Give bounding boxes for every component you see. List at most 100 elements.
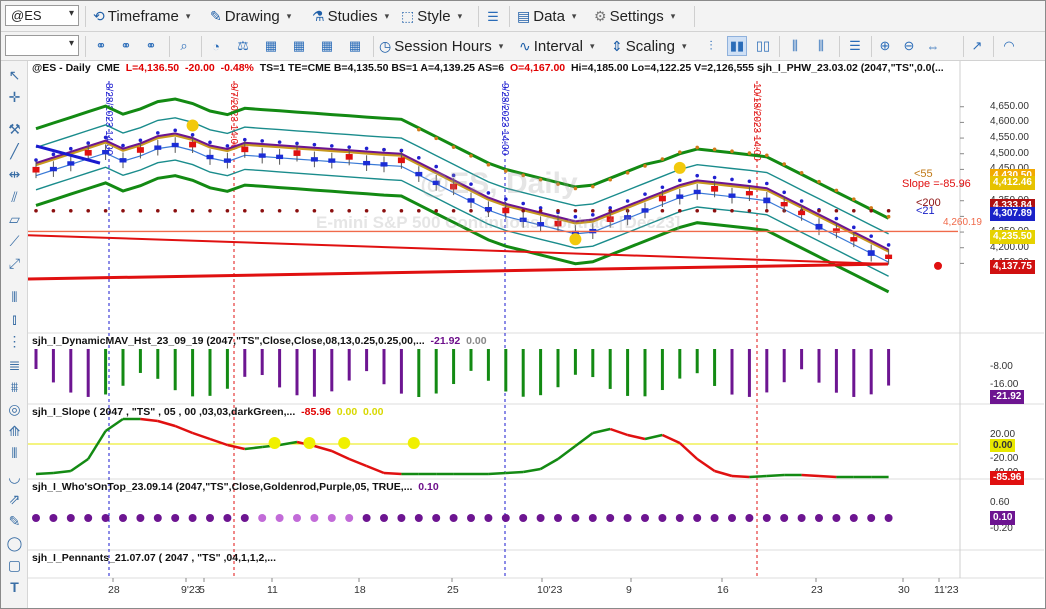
horizontal-line-icon[interactable]: ⇹ — [4, 164, 25, 184]
fib-circle-icon[interactable]: ◎ — [4, 399, 25, 419]
crosshair-icon[interactable]: ✛ — [4, 87, 25, 107]
chart-image-icon[interactable]: ▦ — [261, 36, 281, 56]
settings-button[interactable]: ⚙ Settings ▾ — [594, 5, 675, 28]
histogram-bar — [852, 349, 856, 397]
arc-icon[interactable]: ◡ — [4, 467, 25, 487]
session-hours-button[interactable]: ◷ Session Hours ▾ — [379, 35, 503, 58]
dot-orange — [451, 145, 456, 149]
dot-maroon — [399, 208, 404, 213]
data-button[interactable]: ▤ Data ▾ — [517, 5, 576, 28]
panels-icon[interactable]: ☰ — [483, 7, 503, 27]
dot-maroon — [243, 208, 247, 213]
scaling-button[interactable]: ⇕ Scaling ▾ — [611, 35, 686, 58]
chevron-down-icon[interactable]: ▾ — [69, 38, 74, 49]
whos-on-top-dot — [467, 514, 475, 522]
panel3-study-name: sjh_I_Who'sOnTop_23.09.14 (2047,"TS",Clo… — [32, 481, 413, 493]
channel-icon[interactable]: ⫽ — [4, 187, 25, 207]
data-icon: ▤ — [517, 8, 531, 24]
dot-maroon — [678, 208, 682, 213]
speedometer-icon[interactable]: ◠ — [999, 36, 1019, 56]
dot-maroon — [69, 208, 73, 213]
panels-icon[interactable]: ☰ — [845, 36, 865, 56]
pencil-icon[interactable]: ✎ — [4, 511, 25, 531]
bar-style-icon[interactable]: ⫼ — [785, 36, 805, 56]
pointer-icon[interactable]: ↖ — [4, 65, 25, 85]
vertical-line-icon[interactable]: ⦀ — [4, 287, 25, 307]
hollow-candle-icon[interactable]: ▯▯ — [753, 36, 773, 56]
quick-select-input[interactable]: ▾ — [5, 35, 79, 56]
yellow-marker — [186, 119, 199, 132]
trend-icon[interactable]: ↗ — [967, 36, 987, 56]
chart-image-icon[interactable]: ▦ — [317, 36, 337, 56]
slope-segment — [731, 474, 750, 479]
slope-segment — [314, 444, 333, 453]
fib-time-icon[interactable]: ⋮ — [4, 331, 25, 351]
x-tick-label: 5 — [199, 584, 205, 596]
dot-maroon — [364, 208, 369, 213]
speed-lines-icon[interactable]: ⟰ — [4, 421, 25, 441]
style-button[interactable]: ⬚ Style ▾ — [401, 5, 462, 28]
chart-image-icon[interactable]: ▦ — [345, 36, 365, 56]
dot-blue — [852, 225, 856, 230]
chart-image-icon[interactable]: ▦ — [289, 36, 309, 56]
gann-grid-icon[interactable]: ⩩ — [4, 377, 25, 397]
slope-segment — [488, 471, 506, 476]
text-tool-icon[interactable]: T — [4, 577, 25, 597]
dot-maroon — [51, 208, 56, 213]
scroll-icon[interactable]: ⇔ — [923, 36, 943, 56]
interval-button[interactable]: ∿ Interval ▾ — [519, 35, 594, 58]
candle-chart-icon[interactable]: ▮▮ — [727, 36, 747, 56]
ruler-icon[interactable]: ⚖ — [233, 36, 253, 56]
zoom-icon[interactable]: ⌕ — [174, 36, 194, 56]
panel3-tick: 0.60 — [990, 497, 1010, 508]
arrow-icon[interactable]: ⇗ — [4, 489, 25, 509]
studies-button[interactable]: ⚗ Studies ▾ — [312, 5, 389, 28]
bar-chart-icon[interactable]: ⫶ — [701, 36, 721, 56]
whos-on-top-dot — [849, 514, 858, 522]
dot-blue — [156, 131, 160, 135]
cycle-lines-icon[interactable]: ⫴ — [4, 443, 25, 463]
gann-icon[interactable]: ≣ — [4, 355, 25, 375]
slope-segment — [331, 449, 350, 461]
candle-body — [154, 145, 162, 150]
pennant-line-lower — [28, 262, 889, 281]
trendline-icon[interactable]: ⤢ — [4, 253, 25, 273]
timeframe-button[interactable]: ⟲ Timeframe ▾ — [93, 5, 190, 28]
candle-body — [745, 191, 753, 196]
histogram-bar — [104, 349, 108, 395]
symbol-input[interactable]: @ES ▾ — [5, 5, 79, 26]
whos-on-top-dot — [554, 514, 562, 522]
ellipse-icon[interactable]: ◯ — [4, 533, 25, 553]
zoom-out-icon[interactable]: ⊖ — [899, 36, 919, 56]
rectangle-icon[interactable]: ▢ — [4, 555, 25, 575]
histogram-bar — [225, 349, 229, 389]
link-icon[interactable]: ⚭ — [91, 36, 111, 56]
chart-area[interactable]: 8/28/2023 14:00 9/7/2023 14:00 9/28/2023 1… — [28, 61, 1044, 607]
whos-on-top-dot — [501, 514, 510, 522]
chart-canvas[interactable]: 8/28/2023 14:00 9/7/2023 14:00 9/28/2023 1… — [28, 61, 1044, 607]
gauge-icon[interactable]: ◔ — [206, 36, 226, 56]
wrench-icon[interactable]: ⚒ — [4, 119, 25, 139]
bar-style-icon[interactable]: ⫼ — [811, 36, 831, 56]
annotation-slope: Slope =-85.96 — [902, 177, 971, 190]
dot-maroon — [695, 208, 699, 213]
candle-body — [363, 160, 371, 166]
candle-body — [345, 154, 353, 160]
slope-segment — [627, 433, 646, 441]
drawing-button[interactable]: ✎ Drawing ▾ — [210, 5, 291, 28]
quote-line: @ES - Daily CME L=4,136.50 -20.00 -0.48%… — [32, 62, 944, 74]
link-icon[interactable]: ⚭ — [116, 36, 136, 56]
histogram-bar — [521, 349, 525, 397]
histogram-bar — [695, 349, 699, 374]
link-icon[interactable]: ⚭ — [141, 36, 161, 56]
candle-body — [658, 195, 666, 202]
chevron-down-icon[interactable]: ▾ — [69, 8, 74, 19]
fibonacci-icon[interactable]: ⫾ — [4, 309, 25, 329]
x-tick-label: 25 — [447, 584, 459, 596]
dot-blue — [869, 234, 873, 238]
fan-icon[interactable]: ⟋ — [4, 231, 25, 251]
zoom-in-icon[interactable]: ⊕ — [875, 36, 895, 56]
line-icon[interactable]: ╱ — [4, 141, 25, 161]
histogram-bar — [591, 349, 595, 378]
channel-icon[interactable]: ▱ — [4, 209, 25, 229]
